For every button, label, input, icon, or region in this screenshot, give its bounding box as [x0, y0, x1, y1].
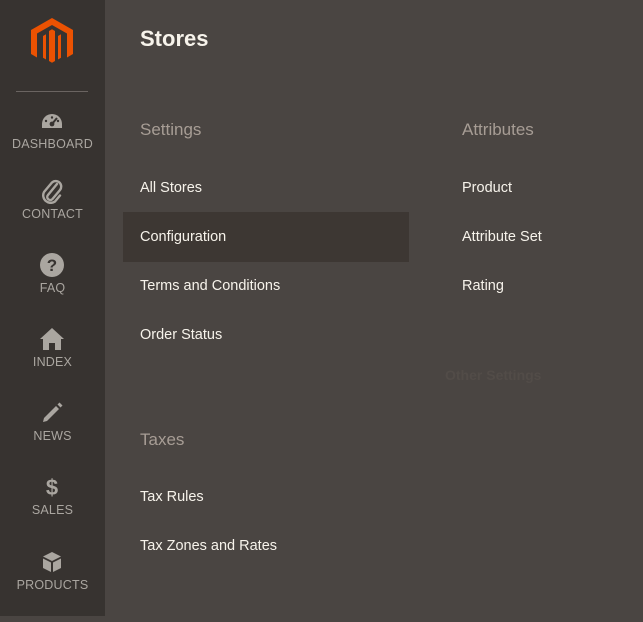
dashboard-icon — [38, 107, 66, 135]
attributes-section-title: Attributes — [462, 120, 534, 139]
admin-sidebar: DASHBOARD CONTACT ? FAQ INDEX NEWS $ SAL… — [0, 0, 105, 616]
cube-icon — [38, 548, 66, 576]
nav-item-sales[interactable]: $ SALES — [0, 473, 105, 547]
nav-label-faq: FAQ — [39, 281, 66, 295]
page-title: Stores — [140, 26, 209, 51]
nav-item-dashboard[interactable]: DASHBOARD — [0, 107, 105, 181]
question-icon: ? — [38, 251, 66, 279]
link-tax-rules[interactable]: Tax Rules — [140, 489, 204, 505]
logo-divider — [16, 91, 88, 92]
nav-label-contact: CONTACT — [22, 207, 83, 221]
nav-label-products: PRODUCTS — [16, 578, 89, 592]
taxes-section-title: Taxes — [140, 430, 185, 449]
nav-item-contact[interactable]: CONTACT — [0, 177, 105, 251]
stores-panel — [105, 0, 643, 616]
link-product-attributes[interactable]: Product — [462, 180, 512, 196]
link-attribute-set[interactable]: Attribute Set — [462, 229, 542, 245]
svg-text:$: $ — [46, 475, 58, 500]
other-settings-title: Other Settings — [445, 367, 542, 383]
nav-item-index[interactable]: INDEX — [0, 325, 105, 399]
link-terms-and-conditions[interactable]: Terms and Conditions — [140, 278, 280, 294]
paperclip-icon — [38, 177, 66, 205]
nav-item-news[interactable]: NEWS — [0, 399, 105, 473]
dollar-icon: $ — [38, 473, 66, 501]
link-configuration[interactable]: Configuration — [140, 229, 226, 245]
link-tax-zones-and-rates[interactable]: Tax Zones and Rates — [140, 538, 277, 554]
svg-text:?: ? — [47, 256, 57, 275]
nav-item-faq[interactable]: ? FAQ — [0, 251, 105, 325]
pencil-icon — [38, 399, 66, 427]
nav-label-dashboard: DASHBOARD — [12, 137, 93, 151]
link-all-stores[interactable]: All Stores — [140, 180, 202, 196]
nav-label-sales: SALES — [31, 503, 74, 517]
nav-label-index: INDEX — [32, 355, 73, 369]
nav-item-products[interactable]: PRODUCTS — [0, 548, 105, 622]
magento-logo[interactable] — [29, 16, 75, 64]
home-icon — [38, 325, 66, 353]
nav-label-news: NEWS — [33, 429, 72, 443]
link-rating[interactable]: Rating — [462, 278, 504, 294]
settings-section-title: Settings — [140, 120, 202, 139]
link-order-status[interactable]: Order Status — [140, 327, 222, 343]
